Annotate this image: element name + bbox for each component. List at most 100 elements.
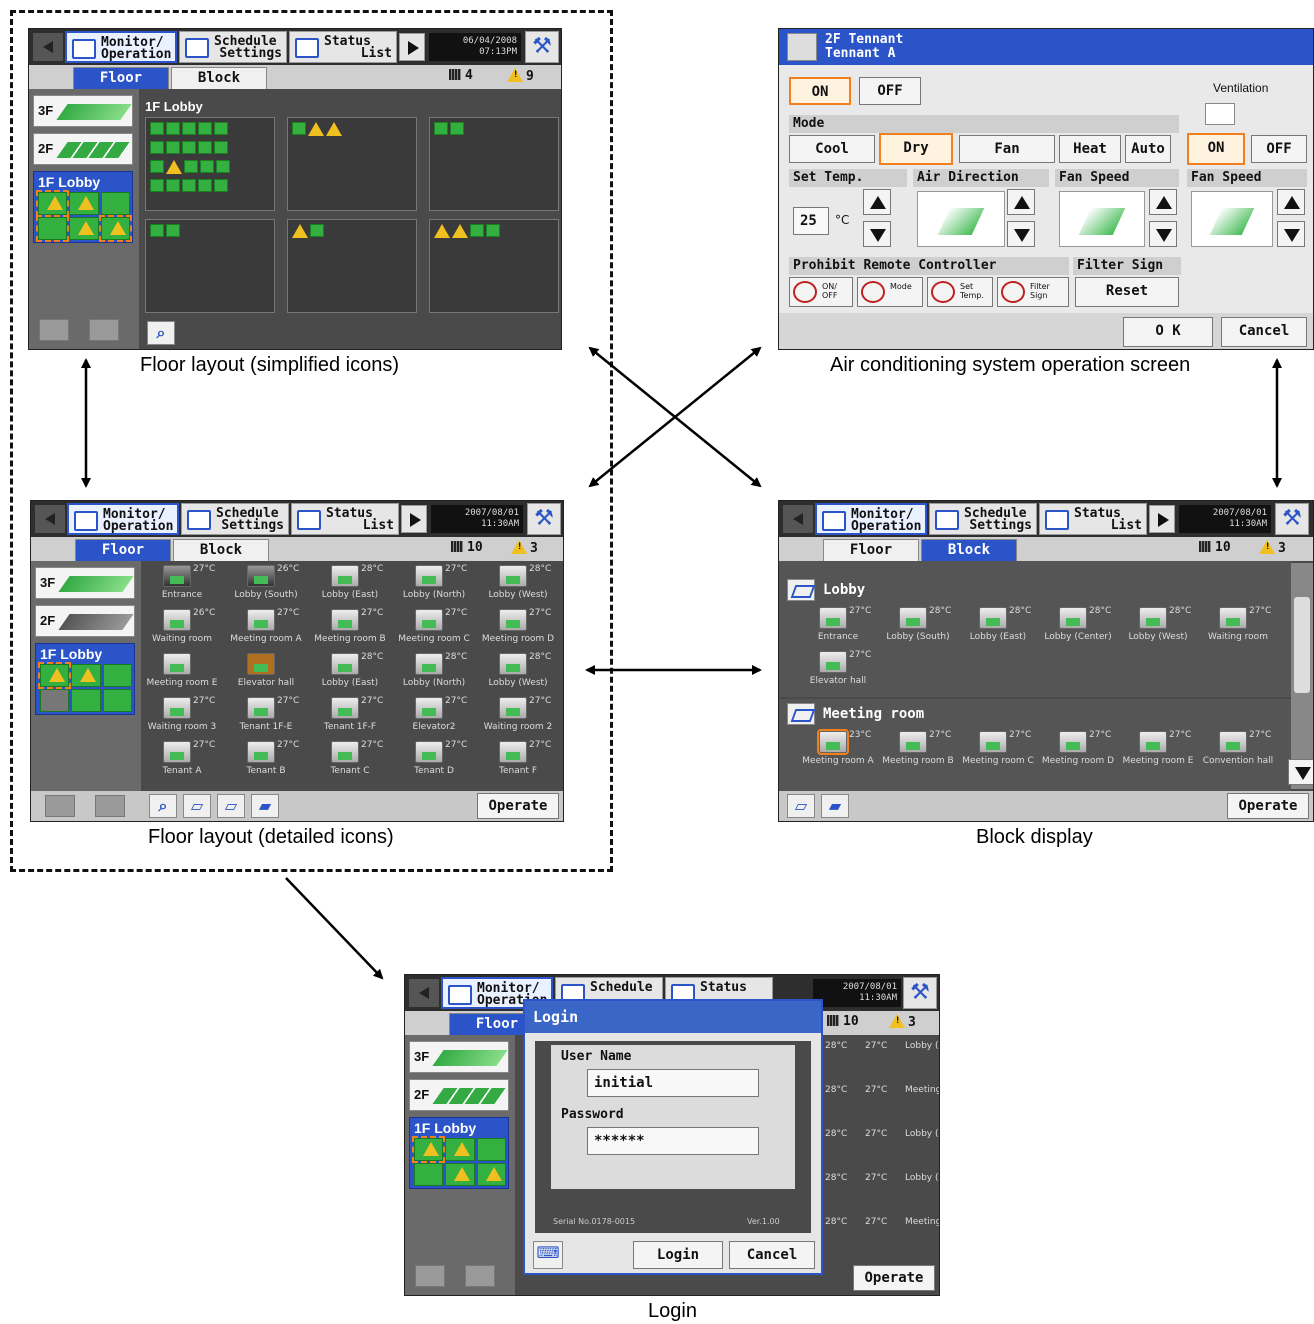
scroll-up-button[interactable]	[95, 795, 125, 817]
mode-cool-button[interactable]: Cool	[789, 135, 875, 163]
unit-icon[interactable]: 27°C Elevator2	[395, 695, 473, 739]
tab-status-list[interactable]: Status List	[1039, 503, 1147, 535]
mode-dry-button[interactable]: Dry	[879, 133, 953, 165]
unit-icon[interactable]: 26°C Waiting room	[143, 607, 221, 651]
unit-icon[interactable]: 28°C Lobby (South)	[879, 605, 957, 649]
unit-icon[interactable]: 28°C Lobby (Center)	[1039, 605, 1117, 649]
area-block[interactable]	[145, 219, 275, 313]
unit-icon[interactable]: 27°C Meeting room D	[479, 607, 557, 651]
unit-icon[interactable]: 27°C Lobby (North)	[395, 563, 473, 607]
operate-button[interactable]: Operate	[1227, 793, 1309, 819]
tab-block[interactable]: Block	[171, 67, 267, 89]
unit-icon[interactable]: 27°C Meeting room D	[1039, 729, 1117, 773]
temp-up-button[interactable]	[863, 189, 891, 215]
floor-1f-lobby[interactable]: 1F Lobby	[409, 1117, 509, 1189]
next-arrow-button[interactable]	[401, 505, 427, 533]
unit-icon[interactable]: 28°C Lobby (North)	[395, 651, 473, 695]
cancel-button[interactable]: Cancel	[1221, 317, 1307, 347]
unit-icon[interactable]: 27°C Waiting room 2	[479, 695, 557, 739]
all-blocks-icon[interactable]: ▰	[821, 794, 849, 818]
scroll-up-button[interactable]	[465, 1265, 495, 1287]
wrench-icon[interactable]: ⚒	[527, 503, 561, 535]
block-view-alt-icon[interactable]: ▱	[217, 794, 245, 818]
prev-arrow-button[interactable]	[35, 505, 65, 533]
unit-icon[interactable]: 28°C Lobby (West)	[479, 651, 557, 695]
area-block[interactable]	[429, 219, 559, 313]
off-button[interactable]: OFF	[859, 77, 921, 105]
floor-2f[interactable]: 2F	[33, 133, 133, 165]
scroll-up-button[interactable]	[89, 319, 119, 341]
unit-icon[interactable]: 27°C Tenant 1F-E	[227, 695, 305, 739]
ventilation-off-button[interactable]: OFF	[1251, 135, 1307, 163]
floor-3f[interactable]: 3F	[409, 1041, 509, 1073]
temp-down-button[interactable]	[863, 221, 891, 247]
unit-icon[interactable]: 27°C Entrance	[143, 563, 221, 607]
fan-speed-up-button[interactable]	[1149, 189, 1177, 215]
area-block[interactable]	[287, 117, 417, 211]
scroll-down-button[interactable]	[45, 795, 75, 817]
area-block[interactable]	[145, 117, 275, 211]
unit-icon[interactable]: 27°C Meeting room B	[879, 729, 957, 773]
mode-fan-button[interactable]: Fan	[959, 135, 1055, 163]
tab-floor[interactable]: Floor	[75, 539, 171, 561]
block-view-icon[interactable]: ▱	[787, 794, 815, 818]
floor-2f[interactable]: 2F	[409, 1079, 509, 1111]
unit-icon[interactable]: 27°C Tenant B	[227, 739, 305, 783]
fan-speed-down-button[interactable]	[1149, 221, 1177, 247]
unit-icon[interactable]: 28°C Lobby (West)	[479, 563, 557, 607]
floor-3f[interactable]: 3F	[35, 567, 135, 599]
unit-icon[interactable]: 27°C Waiting room 3	[143, 695, 221, 739]
tab-schedule-settings[interactable]: Schedule Settings	[179, 31, 287, 63]
tab-status-list[interactable]: Status List	[289, 31, 397, 63]
tab-monitor-operation[interactable]: Monitor/Operation	[815, 503, 927, 535]
tab-schedule-settings[interactable]: Schedule Settings	[181, 503, 289, 535]
tab-monitor-operation[interactable]: Monitor/Operation	[67, 503, 179, 535]
ok-button[interactable]: O K	[1123, 317, 1213, 347]
unit-icon[interactable]: 27°C Tenant D	[395, 739, 473, 783]
keyboard-icon[interactable]: ⌨	[533, 1241, 563, 1269]
unit-icon[interactable]: 27°C Meeting room C	[959, 729, 1037, 773]
prev-arrow-button[interactable]	[33, 33, 63, 61]
on-button[interactable]: ON	[789, 77, 851, 105]
scroll-down-button[interactable]	[1288, 759, 1313, 785]
prohibit-mode-button[interactable]: Mode	[857, 277, 923, 307]
prohibit-onoff-button[interactable]: ON/ OFF	[789, 277, 853, 307]
scroll-down-button[interactable]	[415, 1265, 445, 1287]
vent-fan-speed-down-button[interactable]	[1277, 221, 1305, 247]
password-field[interactable]: ******	[587, 1127, 759, 1155]
tab-floor[interactable]: Floor	[823, 539, 919, 561]
tab-block[interactable]: Block	[921, 539, 1017, 561]
air-direction-down-button[interactable]	[1007, 221, 1035, 247]
unit-icon[interactable]: 26°C Lobby (South)	[227, 563, 305, 607]
tab-monitor-operation[interactable]: Monitor/Operation	[65, 31, 177, 63]
unit-icon[interactable]: 27°C Convention hall	[1199, 729, 1277, 773]
mode-heat-button[interactable]: Heat	[1059, 135, 1121, 163]
next-arrow-button[interactable]	[399, 33, 425, 61]
tab-floor[interactable]: Floor	[73, 67, 169, 89]
unit-icon[interactable]: 27°C Tenant A	[143, 739, 221, 783]
unit-icon[interactable]: 27°C Elevator hall	[799, 649, 877, 693]
floor-3f[interactable]: 3F	[33, 95, 133, 127]
unit-icon[interactable]: 27°C Meeting room A	[227, 607, 305, 651]
unit-icon[interactable]: Meeting room E	[143, 651, 221, 695]
scroll-down-button[interactable]	[39, 319, 69, 341]
unit-icon[interactable]: 27°C Waiting room	[1199, 605, 1277, 649]
zoom-out-icon[interactable]: ⌕	[149, 794, 177, 818]
unit-icon[interactable]: 27°C Tenant 1F-F	[311, 695, 389, 739]
reset-button[interactable]: Reset	[1075, 277, 1179, 307]
unit-icon[interactable]: 23°C Meeting room A	[799, 729, 877, 773]
block-view-icon[interactable]: ▱	[183, 794, 211, 818]
tab-schedule-settings[interactable]: Schedule Settings	[929, 503, 1037, 535]
floor-1f-lobby[interactable]: 1F Lobby	[33, 171, 133, 243]
prev-arrow-button[interactable]	[409, 979, 439, 1007]
wrench-icon[interactable]: ⚒	[525, 31, 559, 63]
scrollbar-thumb[interactable]	[1294, 597, 1310, 693]
ventilation-on-button[interactable]: ON	[1187, 133, 1245, 165]
tab-block[interactable]: Block	[173, 539, 269, 561]
unit-icon[interactable]: 27°C Meeting room C	[395, 607, 473, 651]
operate-button[interactable]: Operate	[477, 793, 559, 819]
block-header-lobby[interactable]: Lobby	[783, 577, 865, 603]
air-direction-up-button[interactable]	[1007, 189, 1035, 215]
prohibit-settemp-button[interactable]: Set Temp.	[927, 277, 993, 307]
unit-icon[interactable]: 27°C Tenant F	[479, 739, 557, 783]
